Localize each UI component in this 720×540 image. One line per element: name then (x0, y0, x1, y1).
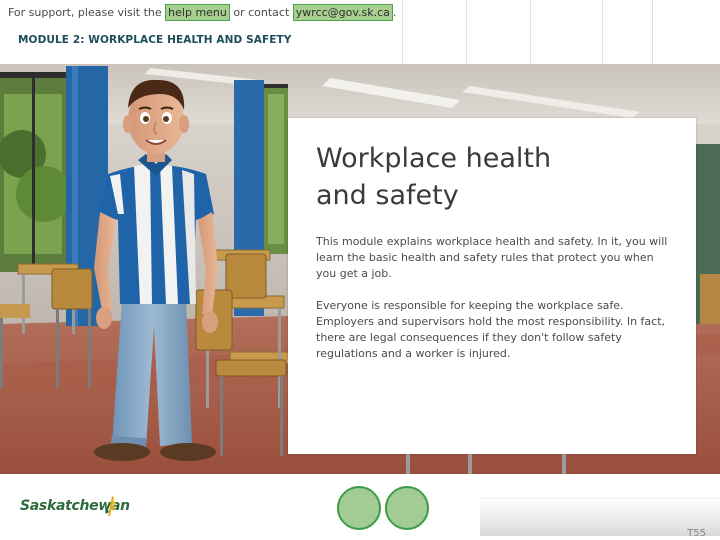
nav-tab-2[interactable] (466, 0, 530, 64)
next-button[interactable] (385, 486, 429, 530)
nav-tab-5[interactable] (652, 0, 720, 64)
module-title: MODULE 2: WORKPLACE HEALTH AND SAFETY (18, 34, 292, 46)
page-number: T55 (687, 528, 706, 539)
footer: Saskatchewan T55 (0, 474, 720, 540)
support-suffix: . (392, 6, 397, 19)
header: For support, please visit the help menu … (0, 0, 720, 64)
responsibility-paragraph: Everyone is responsible for keeping the … (316, 299, 666, 360)
footer-panel (480, 498, 720, 536)
previous-button[interactable] (337, 486, 381, 530)
card-title: Workplace health and safety (316, 140, 616, 214)
card-title-line-2: and safety (316, 180, 459, 211)
nav-tab-1[interactable] (402, 0, 466, 64)
support-middle: or contact (229, 6, 293, 19)
nav-tab-4[interactable] (602, 0, 652, 64)
card-title-line-1: Workplace health (316, 143, 552, 174)
content-card: Workplace health and safety This module e… (288, 118, 696, 454)
support-prefix: For support, please visit the (8, 6, 166, 19)
help-menu-link[interactable]: help menu (165, 4, 230, 21)
nav-tab-3[interactable] (530, 0, 602, 64)
support-line: For support, please visit the help menu … (8, 4, 397, 21)
intro-paragraph: This module explains workplace health an… (316, 235, 668, 280)
wheat-logo-icon (105, 496, 116, 516)
support-email-link[interactable]: ywrcc@gov.sk.ca (292, 4, 393, 21)
